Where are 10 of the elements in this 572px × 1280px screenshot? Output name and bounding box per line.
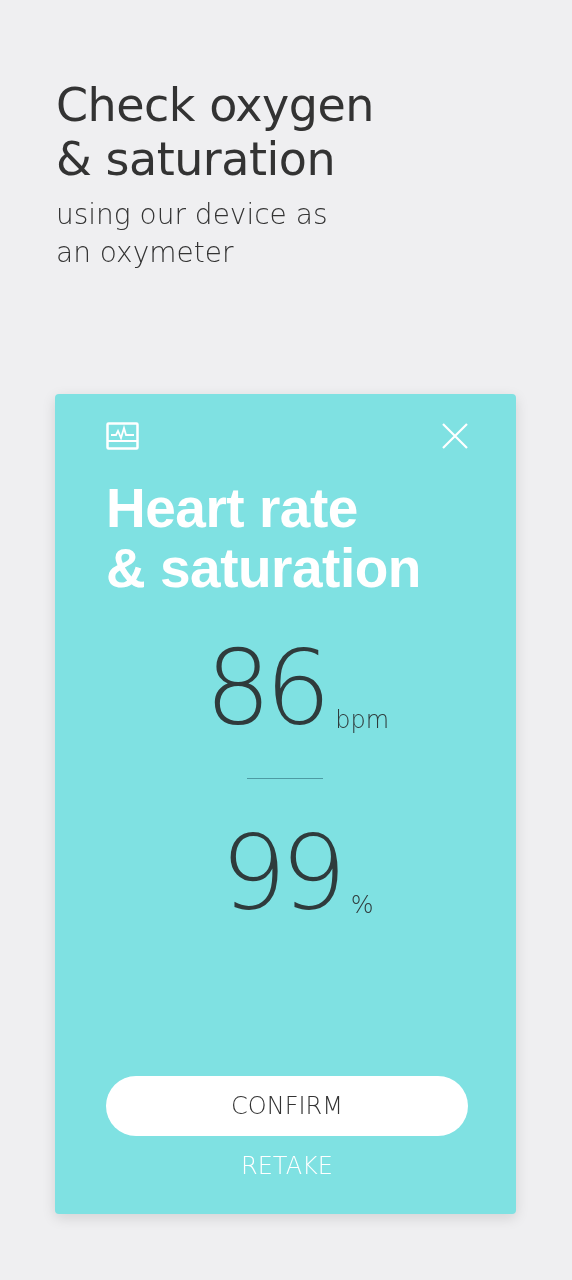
page-subtitle: using our device as an oxymeter (56, 197, 329, 271)
reading-unit: bpm (335, 708, 390, 732)
reading-value: 99 (220, 821, 341, 925)
page-title: Check oxygen & saturation (56, 78, 375, 186)
close-icon[interactable] (442, 423, 468, 449)
heart-monitor-icon (106, 422, 139, 450)
reading-value: 86 (204, 636, 326, 740)
card-title: Heart rate & saturation (106, 478, 422, 598)
confirm-button[interactable]: CONFIRM (106, 1076, 468, 1136)
reading-unit: % (350, 893, 374, 917)
